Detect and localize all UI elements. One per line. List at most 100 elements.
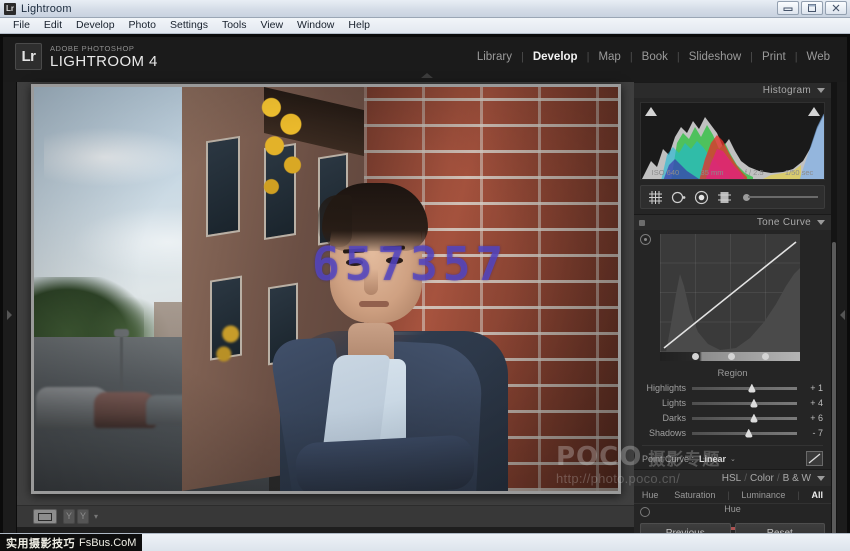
statusbar: 实用摄影技巧 FsBus.CoM [0,533,850,551]
slider-label: Darks [642,413,692,423]
adjustment-brush-icon[interactable] [743,194,818,201]
right-panel-collapse-strip[interactable] [837,82,847,547]
histogram-title: Histogram [763,85,811,96]
exif-shutter: 1/50 sec [785,168,813,177]
slider-track[interactable] [692,387,797,390]
develop-tool-strip [640,185,825,209]
hsl-title-bw[interactable]: B & W [783,473,811,484]
slider-highlights[interactable]: Highlights + 1 [642,382,823,394]
hsl-targeted-adjustment-tool-icon[interactable] [640,507,650,517]
menu-file[interactable]: File [6,18,37,33]
menu-develop[interactable]: Develop [69,18,122,33]
slider-knob[interactable] [749,414,758,423]
tone-curve-body [634,230,831,361]
slider-shadows[interactable]: Shadows - 7 [642,427,823,439]
toolbar-caret-icon[interactable]: ▾ [94,512,98,521]
status-tip-en: FsBus.CoM [79,537,136,549]
identity-line1: ADOBE PHOTOSHOP [50,44,158,53]
app-icon: Lr [4,3,16,15]
flag-button-y1[interactable]: Y [63,509,75,524]
hsl-title-hsl[interactable]: HSL [722,473,741,484]
identity-line2: LIGHTROOM 4 [50,53,158,70]
hsl-panel-header[interactable]: HSL/Color/B & W [634,469,831,486]
highlight-clipping-indicator[interactable] [808,107,820,116]
graduated-filter-icon[interactable] [716,189,732,205]
loupe-toolbar: Y Y ▾ [17,505,634,527]
identity-plate[interactable]: Lr ADOBE PHOTOSHOP LIGHTROOM 4 [15,43,158,70]
histogram-panel-header[interactable]: Histogram [634,82,831,98]
menu-photo[interactable]: Photo [122,18,163,33]
slider-track[interactable] [692,432,797,435]
loupe-view-icon[interactable] [33,509,57,524]
flag-buttons[interactable]: Y Y [63,509,89,524]
menu-tools[interactable]: Tools [215,18,254,33]
shadow-clipping-indicator[interactable] [645,107,657,116]
tone-curve-range-rail[interactable] [660,352,800,361]
module-picker: Library | Develop | Map | Book | Slidesh… [468,51,839,63]
flag-button-y2[interactable]: Y [77,509,89,524]
curve-range-knob-midtones[interactable] [728,353,735,360]
crop-overlay-icon[interactable] [647,189,663,205]
module-develop[interactable]: Develop [524,51,587,63]
hsl-title-sep: / [774,473,783,484]
module-slideshow[interactable]: Slideshow [680,51,750,63]
menu-settings[interactable]: Settings [163,18,215,33]
tone-curve-title: Tone Curve [757,217,811,228]
module-web[interactable]: Web [798,51,839,63]
spot-removal-icon[interactable] [670,189,686,205]
slider-track[interactable] [692,417,797,420]
red-eye-correction-icon[interactable] [693,189,709,205]
module-library[interactable]: Library [468,51,521,63]
tone-curve-graph[interactable] [660,234,800,352]
menu-window[interactable]: Window [290,18,341,33]
module-print[interactable]: Print [753,51,795,63]
hsl-section-label: Hue [634,504,831,514]
point-curve-row: Point Curve : Linear ⌄ [642,445,823,465]
left-panel-collapse-strip[interactable] [3,82,17,547]
chevron-down-icon[interactable] [817,88,825,93]
top-panel-collapse-arrow[interactable] [421,73,433,78]
close-button[interactable] [825,1,847,15]
tone-curve-enable-switch[interactable] [639,220,645,226]
menu-edit[interactable]: Edit [37,18,69,33]
slider-lights[interactable]: Lights + 4 [642,397,823,409]
module-topbar: Lr ADOBE PHOTOSHOP LIGHTROOM 4 Library |… [3,37,847,82]
photo-image[interactable]: 657357 [34,87,618,491]
slider-knob[interactable] [744,429,753,438]
maximize-button[interactable] [801,1,823,15]
slider-track[interactable] [692,402,797,405]
chevron-right-icon [7,310,12,320]
minimize-button[interactable] [777,1,799,15]
slider-knob[interactable] [747,384,756,393]
lightroom-inner: Lr ADOBE PHOTOSHOP LIGHTROOM 4 Library |… [3,37,847,547]
hsl-tab-saturation[interactable]: Saturation [670,490,719,500]
slider-darks[interactable]: Darks + 6 [642,412,823,424]
lightroom-shell: Lr ADOBE PHOTOSHOP LIGHTROOM 4 Library |… [0,34,850,551]
chevron-down-icon[interactable] [817,220,825,225]
menu-view[interactable]: View [253,18,290,33]
histogram-exif: ISO 640 35 mm f / 2.5 1/50 sec [641,168,824,177]
hsl-tab-all[interactable]: All [807,490,827,500]
chevron-down-icon[interactable]: ⌄ [730,455,736,463]
curve-range-knob-shadows[interactable] [692,353,699,360]
chevron-down-icon[interactable] [817,476,825,481]
exif-iso: ISO 640 [652,168,680,177]
lightroom-content: 657357 Y Y ▾ [3,82,847,547]
histogram-graph[interactable]: ISO 640 35 mm f / 2.5 1/50 sec [640,102,825,180]
targeted-adjustment-tool-icon[interactable] [640,234,651,245]
hsl-tab-hue[interactable]: Hue [638,490,663,500]
chevron-left-icon [840,310,845,320]
lightroom-badge-icon: Lr [15,43,42,70]
menu-help[interactable]: Help [341,18,377,33]
curve-range-knob-highlights[interactable] [762,353,769,360]
point-curve-edit-icon[interactable] [806,451,823,466]
slider-knob[interactable] [749,399,758,408]
point-curve-value[interactable]: Linear [699,454,726,464]
hsl-tab-luminance[interactable]: Luminance [737,490,789,500]
module-map[interactable]: Map [589,51,629,63]
hsl-title-color[interactable]: Color [750,473,774,484]
module-book[interactable]: Book [633,51,677,63]
scrollbar-thumb[interactable] [832,242,836,542]
window-controls [777,1,847,15]
tone-curve-panel-header[interactable]: Tone Curve [634,214,831,230]
